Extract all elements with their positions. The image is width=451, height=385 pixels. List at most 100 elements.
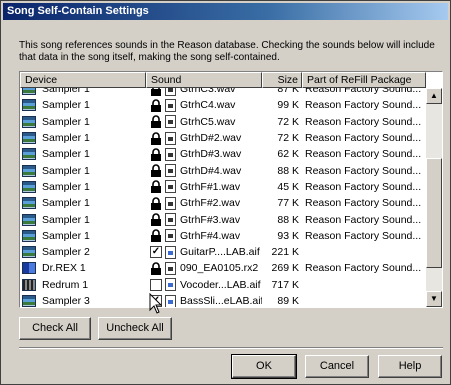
audio-file-icon: [165, 294, 176, 307]
scroll-up-button[interactable]: ▲: [426, 88, 442, 104]
device-cell: Sampler 1: [20, 132, 146, 145]
table-row[interactable]: Sampler 1 GtrhD#4.wav 88 K Reason Factory S…: [20, 162, 426, 178]
device-cell: Sampler 1: [20, 229, 146, 242]
sampler-icon: [22, 99, 36, 112]
sounds-list[interactable]: Device Sound Size Part of ReFill Package…: [19, 71, 443, 308]
sampler-icon: [22, 295, 36, 307]
audio-file-icon: [165, 196, 176, 210]
size-cell: 89 K: [277, 295, 299, 307]
song-self-contain-dialog: Song Self-Contain Settings This song ref…: [0, 0, 451, 385]
sound-filename: 090_EA0105.rx2: [180, 262, 259, 275]
lock-icon: [151, 131, 161, 145]
sound-cell: GtrhF#3.wav: [146, 213, 262, 227]
lock-icon: [151, 180, 161, 194]
size-cell: 72 K: [277, 132, 299, 145]
device-cell: Dr.REX 1: [20, 262, 146, 275]
package-cell: Reason Factory Sound...: [305, 115, 422, 128]
table-row[interactable]: Redrum 1 Vocoder...LAB.aif 717 K: [20, 277, 426, 293]
package-cell: Reason Factory Sound...: [305, 164, 422, 177]
size-cell: 87 K: [277, 88, 299, 96]
ok-button[interactable]: OK: [231, 354, 297, 379]
check-all-button[interactable]: Check All: [19, 317, 91, 340]
sound-cell: GtrhC5.wav: [146, 115, 262, 129]
column-package-header[interactable]: Part of ReFill Package: [302, 72, 426, 88]
mouse-cursor-icon: [149, 293, 163, 314]
package-cell: Reason Factory Sound...: [305, 262, 422, 275]
device-name: Sampler 1: [42, 180, 90, 193]
include-checkbox[interactable]: [150, 278, 162, 291]
device-cell: Sampler 1: [20, 213, 146, 226]
table-row[interactable]: Sampler 1 GtrhC3.wav 87 K Reason Factory So…: [20, 88, 426, 97]
sound-cell: ✓BassSli...eLAB.aif: [146, 294, 262, 307]
table-row[interactable]: Dr.REX 1 090_EA0105.rx2 269 K Reason Factor…: [20, 260, 426, 276]
size-cell: 72 K: [277, 115, 299, 128]
drrex-icon: [22, 262, 36, 275]
device-name: Sampler 1: [42, 132, 90, 145]
help-button[interactable]: Help: [378, 355, 442, 378]
sound-filename: GtrhC5.wav: [180, 115, 236, 128]
audio-file-icon: [165, 180, 176, 194]
column-size-header[interactable]: Size: [262, 72, 302, 88]
scroll-thumb[interactable]: [426, 158, 442, 268]
sound-filename: GtrhF#3.wav: [180, 213, 241, 226]
device-name: Sampler 1: [42, 197, 90, 210]
sound-filename: GtrhF#1.wav: [180, 180, 241, 193]
audio-file-icon: [165, 88, 176, 96]
cancel-button[interactable]: Cancel: [305, 355, 369, 378]
device-name: Redrum 1: [42, 278, 89, 291]
sampler-icon: [22, 164, 36, 177]
table-row[interactable]: Sampler 1 GtrhF#4.wav 93 K Reason Factory S…: [20, 228, 426, 244]
sound-filename: BassSli...eLAB.aif: [180, 295, 262, 307]
sound-cell: GtrhF#4.wav: [146, 229, 262, 243]
include-checkbox[interactable]: ✓: [150, 246, 162, 259]
audio-file-icon: [165, 229, 176, 243]
sampler-icon: [22, 180, 36, 193]
table-row[interactable]: Sampler 1 GtrhC4.wav 99 K Reason Factory So…: [20, 97, 426, 113]
table-row[interactable]: Sampler 1 GtrhF#3.wav 88 K Reason Factory S…: [20, 211, 426, 227]
sound-filename: GtrhC4.wav: [180, 99, 236, 112]
device-cell: Sampler 1: [20, 99, 146, 112]
sound-cell: GtrhD#4.wav: [146, 164, 262, 178]
sound-filename: GtrhF#4.wav: [180, 229, 241, 242]
package-cell: Reason Factory Sound...: [305, 180, 422, 193]
device-cell: Sampler 3: [20, 295, 146, 307]
size-cell: 99 K: [277, 99, 299, 112]
scroll-down-button[interactable]: ▼: [426, 291, 442, 307]
column-sound-header[interactable]: Sound: [146, 72, 262, 88]
audio-file-icon: [165, 278, 176, 292]
device-cell: Sampler 1: [20, 88, 146, 96]
lock-icon: [151, 115, 161, 129]
column-device-header[interactable]: Device: [20, 72, 146, 88]
sound-filename: GtrhC3.wav: [180, 88, 236, 96]
audio-file-icon: [165, 147, 176, 161]
size-cell: 77 K: [277, 197, 299, 210]
device-cell: Sampler 1: [20, 164, 146, 177]
sound-cell: GtrhF#1.wav: [146, 180, 262, 194]
table-row[interactable]: Sampler 1 GtrhF#2.wav 77 K Reason Factory S…: [20, 195, 426, 211]
table-row[interactable]: Sampler 2 ✓ GuitarP....LAB.aif 221 K: [20, 244, 426, 260]
audio-file-icon: [165, 261, 176, 275]
audio-file-icon: [165, 131, 176, 145]
package-cell: Reason Factory Sound...: [305, 99, 422, 112]
list-body: Sampler 1 GtrhC3.wav 87 K Reason Factory So…: [20, 88, 426, 307]
table-row[interactable]: Sampler 1 GtrhD#3.wav 62 K Reason Factory S…: [20, 146, 426, 162]
table-row[interactable]: Sampler 3 ✓BassSli...eLAB.aif 89 K: [20, 293, 426, 307]
audio-file-icon: [165, 98, 176, 112]
uncheck-all-button[interactable]: Uncheck All: [98, 317, 172, 340]
table-row[interactable]: Sampler 1 GtrhF#1.wav 45 K Reason Factory S…: [20, 179, 426, 195]
device-name: Sampler 1: [42, 229, 90, 242]
vertical-scrollbar[interactable]: ▲ ▼: [426, 88, 442, 307]
package-cell: Reason Factory Sound...: [305, 197, 422, 210]
description-text: This song references sounds in the Reaso…: [19, 40, 435, 63]
sampler-icon: [22, 213, 36, 226]
lock-icon: [151, 196, 161, 210]
sound-filename: GtrhD#2.wav: [180, 132, 242, 145]
table-row[interactable]: Sampler 1 GtrhC5.wav 72 K Reason Factory So…: [20, 114, 426, 130]
size-cell: 88 K: [277, 164, 299, 177]
lock-icon: [151, 148, 161, 161]
table-row[interactable]: Sampler 1 GtrhD#2.wav 72 K Reason Factory S…: [20, 130, 426, 146]
sound-cell: 090_EA0105.rx2: [146, 261, 262, 275]
device-name: Sampler 1: [42, 148, 90, 161]
sampler-icon: [22, 197, 36, 210]
package-cell: Reason Factory Sound...: [305, 229, 422, 242]
